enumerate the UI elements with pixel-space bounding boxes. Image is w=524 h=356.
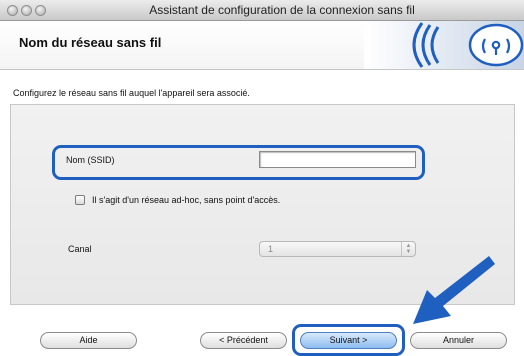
page-header: Nom du réseau sans fil bbox=[0, 21, 524, 70]
previous-button[interactable]: < Précédent bbox=[200, 332, 287, 349]
cancel-button[interactable]: Annuler bbox=[410, 332, 507, 349]
channel-select[interactable]: 1 ▲ ▼ bbox=[259, 241, 416, 257]
channel-label: Canal bbox=[68, 244, 92, 254]
next-button[interactable]: Suivant > bbox=[300, 332, 397, 349]
ssid-label: Nom (SSID) bbox=[66, 155, 115, 165]
pointer-arrow-icon bbox=[413, 256, 495, 324]
window-title: Assistant de configuration de la connexi… bbox=[149, 3, 415, 17]
help-button[interactable]: Aide bbox=[40, 332, 137, 349]
ssid-input[interactable] bbox=[259, 151, 416, 168]
setup-assistant-window: Assistant de configuration de la connexi… bbox=[0, 0, 524, 356]
instructions-text: Configurez le réseau sans fil auquel l'a… bbox=[13, 88, 250, 98]
channel-value: 1 bbox=[268, 244, 274, 254]
adhoc-label: Il s'agit d'un réseau ad-hoc, sans point… bbox=[92, 195, 281, 205]
page-title: Nom du réseau sans fil bbox=[19, 35, 162, 50]
title-bar: Assistant de configuration de la connexi… bbox=[0, 0, 524, 21]
adhoc-checkbox[interactable] bbox=[75, 195, 85, 205]
wireless-signal-icon bbox=[364, 21, 524, 69]
